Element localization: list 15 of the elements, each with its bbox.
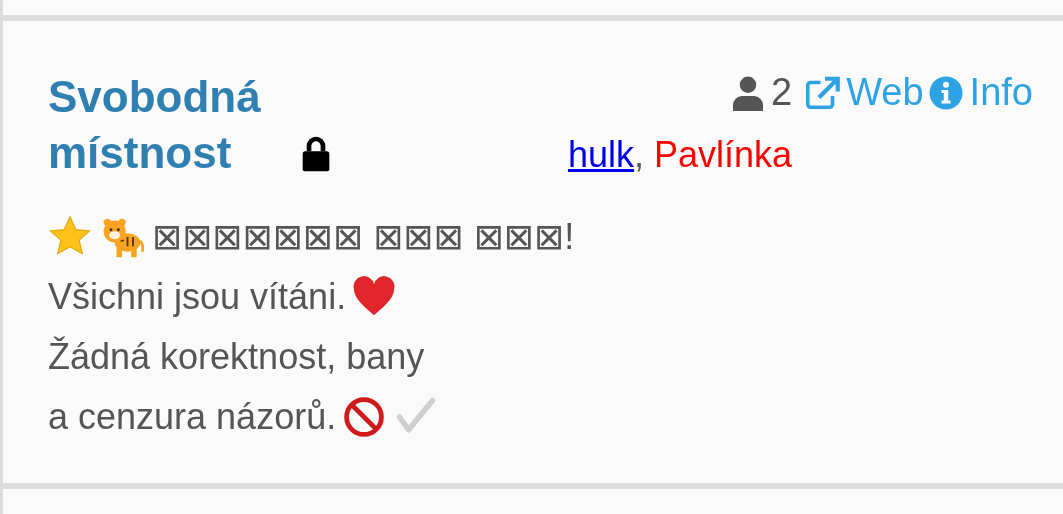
- description-text: a cenzura názorů.: [48, 395, 337, 439]
- member-count: 2: [771, 71, 793, 114]
- info-icon: [927, 74, 964, 111]
- separator-text: ,: [634, 134, 645, 176]
- user-link[interactable]: hulk: [568, 134, 635, 176]
- prohibited-icon: [342, 395, 387, 439]
- external-link-icon: [804, 74, 841, 111]
- room-title[interactable]: Svobodná místnost: [48, 69, 298, 181]
- user-name: Pavlínka: [654, 134, 793, 176]
- description-text: ⊠⊠⊠⊠⊠⊠⊠ ⊠⊠⊠ ⊠⊠⊠!: [152, 215, 575, 259]
- web-link[interactable]: Web: [804, 71, 924, 114]
- user-icon: [733, 74, 763, 111]
- info-link[interactable]: Info: [927, 71, 1033, 114]
- description-text: Všichni jsou vítáni.: [48, 275, 347, 319]
- description-text: Žádná korektnost, bany: [48, 335, 425, 379]
